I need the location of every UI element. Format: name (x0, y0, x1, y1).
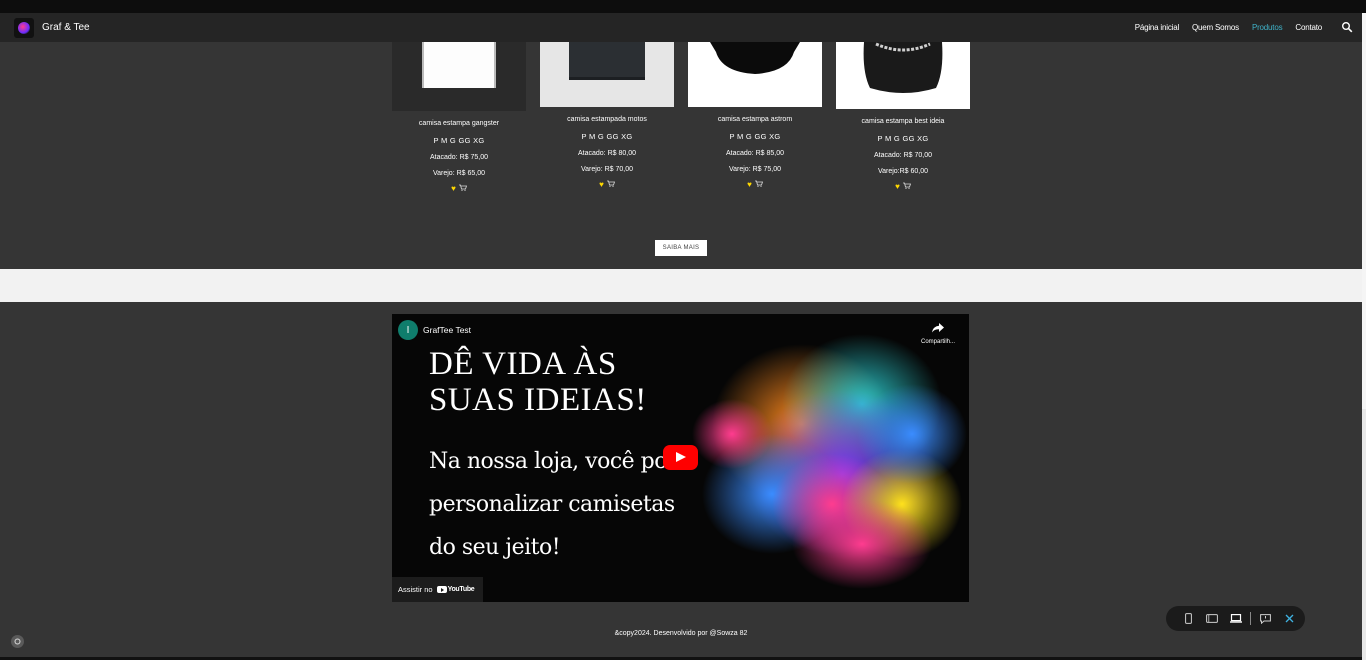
product-image[interactable] (688, 42, 822, 107)
video-heading-line-1: DÊ VIDA ÀS (429, 346, 617, 382)
cart-icon[interactable] (902, 182, 911, 192)
product-wholesale-price: Atacado: R$ 75,00 (430, 154, 488, 161)
close-preview-button[interactable] (1277, 606, 1301, 631)
top-strip (0, 0, 1366, 13)
nav-link-contact[interactable]: Contato (1295, 23, 1322, 32)
video-heading-line-2: SUAS IDEIAS! (429, 382, 647, 418)
share-button[interactable]: Compartilh... (917, 320, 959, 345)
video-text-line-1: Na nossa loja, você pod (429, 449, 681, 474)
nav-link-home[interactable]: Página inicial (1135, 23, 1180, 32)
product-wholesale-price: Atacado: R$ 80,00 (578, 150, 636, 157)
black-print-shirt-image (863, 42, 943, 93)
search-icon[interactable] (1341, 21, 1353, 33)
watch-on-label: Assistir no (398, 585, 433, 594)
nav-link-about[interactable]: Quem Somos (1192, 23, 1239, 32)
product-name[interactable]: camisa estampada motos (540, 116, 674, 123)
youtube-video-embed[interactable]: I GrafTee Test Compartilh... DÊ VIDA ÀS … (392, 314, 969, 602)
cart-icon[interactable] (458, 184, 467, 194)
tablet-icon (1206, 614, 1218, 623)
mobile-view-button[interactable] (1176, 606, 1200, 631)
product-image[interactable] (540, 42, 674, 107)
black-tee-image (710, 42, 800, 74)
product-sizes: P M G GG XG (729, 132, 781, 141)
heart-icon[interactable]: ♥ (747, 180, 752, 190)
product-card: camisa estampa astrom P M G GG XG Atacad… (688, 42, 822, 190)
laptop-icon (1230, 614, 1242, 623)
video-text: Na nossa loja, você pod personalizar cam… (429, 440, 681, 569)
video-text-line-2: personalizar camisetas (429, 492, 675, 517)
youtube-logo: YouTube (436, 586, 475, 593)
product-actions: ♥ (392, 184, 526, 194)
channel-avatar[interactable]: I (398, 320, 418, 340)
feedback-button[interactable] (1253, 606, 1277, 631)
share-label: Compartilh... (920, 339, 955, 345)
youtube-icon (436, 586, 447, 593)
white-shirt-image (422, 42, 496, 88)
nav-links: Página inicial Quem Somos Produtos Conta… (1135, 13, 1323, 42)
phone-icon (1184, 613, 1192, 624)
product-sizes: P M G GG XG (433, 136, 485, 145)
device-preview-toolbar (1166, 606, 1305, 631)
product-actions: ♥ (540, 180, 674, 190)
nav-link-products[interactable]: Produtos (1252, 23, 1283, 32)
product-card: camisa estampa best ideia P M G GG XG At… (836, 42, 970, 192)
video-title[interactable]: GrafTee Test (423, 325, 471, 335)
product-name[interactable]: camisa estampa best ideia (836, 118, 970, 125)
product-image[interactable] (836, 42, 970, 109)
toolbar-divider (1250, 612, 1251, 625)
product-retail-price: Varejo:R$ 60,00 (877, 168, 929, 175)
youtube-wordmark: YouTube (447, 586, 475, 593)
site-logo[interactable] (14, 17, 34, 38)
product-retail-price: Varejo: R$ 65,00 (432, 170, 485, 177)
light-divider-band (0, 269, 1362, 302)
product-actions: ♥ (688, 180, 822, 190)
camera-icon[interactable] (11, 635, 24, 648)
desktop-view-button[interactable] (1224, 606, 1248, 631)
product-sizes: P M G GG XG (877, 134, 929, 143)
product-name[interactable]: camisa estampa gangster (392, 120, 526, 127)
play-button[interactable] (663, 445, 698, 470)
black-shirt-image (569, 42, 645, 80)
product-sizes: P M G GG XG (581, 132, 633, 141)
scrollbar-thumb[interactable] (1362, 13, 1366, 409)
product-actions: ♥ (836, 182, 970, 192)
product-image[interactable] (392, 42, 526, 111)
close-icon (1285, 614, 1293, 623)
product-card: camisa estampada motos P M G GG XG Ataca… (540, 42, 674, 190)
page-scrollbar[interactable] (1362, 13, 1366, 660)
heart-icon[interactable]: ♥ (451, 184, 456, 194)
heart-icon[interactable]: ♥ (895, 182, 900, 192)
video-text-line-3: do seu jeito! (429, 535, 561, 560)
play-icon (676, 452, 686, 462)
product-wholesale-price: Atacado: R$ 85,00 (726, 150, 784, 157)
video-heading: DÊ VIDA ÀS SUAS IDEIAS! (429, 346, 647, 418)
watch-on-youtube-button[interactable]: Assistir no YouTube (392, 577, 483, 602)
navbar: Graf & Tee Página inicial Quem Somos Pro… (0, 13, 1362, 42)
product-name[interactable]: camisa estampa astrom (688, 116, 822, 123)
share-icon (932, 323, 944, 333)
product-grid: camisa estampa gangster P M G GG XG Atac… (392, 42, 982, 222)
cart-icon[interactable] (606, 180, 615, 190)
saiba-mais-button[interactable]: SAIBA MAIS (655, 240, 707, 256)
footer-copyright: &copy2024. Desenvolvido por @Sowza 82 (614, 630, 748, 637)
product-retail-price: Varejo: R$ 70,00 (580, 166, 633, 173)
tablet-view-button[interactable] (1200, 606, 1224, 631)
product-retail-price: Varejo: R$ 75,00 (728, 166, 781, 173)
logo-mark (18, 21, 30, 34)
cart-icon[interactable] (754, 180, 763, 190)
comment-icon (1259, 613, 1271, 624)
product-card: camisa estampa gangster P M G GG XG Atac… (392, 42, 526, 194)
site-brand[interactable]: Graf & Tee (42, 22, 90, 33)
heart-icon[interactable]: ♥ (599, 180, 604, 190)
product-wholesale-price: Atacado: R$ 70,00 (874, 152, 932, 159)
